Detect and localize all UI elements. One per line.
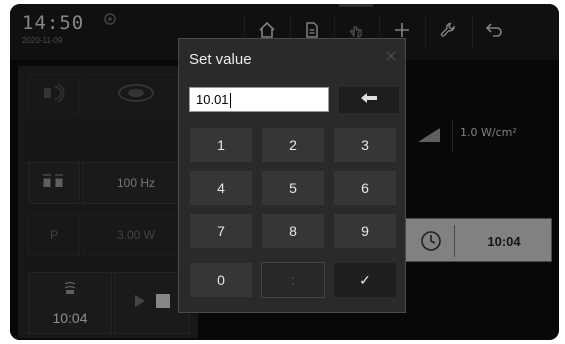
key-2[interactable]: 2 [261,127,325,163]
key-1[interactable]: 1 [189,127,253,163]
key-4[interactable]: 4 [189,170,253,206]
value-input-text: 10.01 [196,92,229,107]
confirm-button[interactable]: ✓ [333,262,397,298]
device-screen: 14:50 2020-11-09 100 Hz P 3.00 W 10:04 1… [10,4,559,340]
key-colon[interactable]: : [261,262,325,298]
backspace-button[interactable] [339,87,399,113]
key-3[interactable]: 3 [333,127,397,163]
key-5[interactable]: 5 [261,170,325,206]
key-6[interactable]: 6 [333,170,397,206]
backspace-arrow-icon [360,91,378,109]
close-icon[interactable] [385,49,397,61]
key-9[interactable]: 9 [333,213,397,249]
set-value-dialog: Set value 10.01 1 2 3 4 5 6 7 8 9 0 : ✓ [178,38,406,313]
key-8[interactable]: 8 [261,213,325,249]
value-input[interactable]: 10.01 [189,87,329,112]
key-7[interactable]: 7 [189,213,253,249]
dialog-title: Set value [189,51,252,68]
text-caret [229,93,231,109]
key-0[interactable]: 0 [189,262,253,298]
